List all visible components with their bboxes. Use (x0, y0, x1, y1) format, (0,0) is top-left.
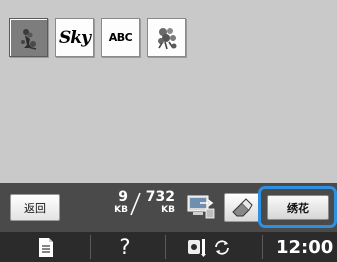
embroider-button-highlight: 绣花 (258, 186, 337, 228)
embroider-button[interactable]: 绣花 (267, 195, 329, 220)
status-divider (262, 235, 263, 259)
slash-divider-icon (130, 192, 141, 216)
status-divider (165, 235, 166, 259)
pattern-thumbnail-1[interactable] (9, 18, 48, 57)
memory-total: 732 KB (143, 189, 175, 215)
status-bar: ? 12:00 (0, 232, 337, 262)
pattern-thumbnail-3[interactable]: ABC (101, 18, 140, 57)
eraser-icon (232, 197, 253, 216)
pattern-thumbnail-2[interactable]: Sky (55, 18, 94, 57)
pattern-list-area: Sky ABC (0, 0, 337, 183)
clock-display: 12:00 (276, 237, 334, 258)
bottom-toolbar: 返回 9 KB 732 KB 绣花 (0, 183, 337, 232)
pattern-thumbnail-row: Sky ABC (9, 18, 186, 57)
memory-used-unit: KB (114, 205, 128, 215)
delete-button[interactable] (224, 193, 260, 222)
help-button[interactable]: ? (110, 234, 140, 260)
memory-used: 9 KB (100, 189, 128, 215)
memory-total-unit: KB (161, 205, 175, 215)
memory-total-value: 732 (145, 189, 175, 205)
usb-transfer-icon (187, 195, 215, 219)
rotate-icon[interactable] (212, 237, 232, 258)
memory-used-value: 9 (118, 189, 128, 205)
floral-embroidery-icon (157, 27, 176, 49)
return-button[interactable]: 返回 (10, 194, 60, 221)
status-divider (90, 235, 91, 259)
pattern-thumbnail-4[interactable] (147, 18, 186, 57)
pattern-text-abc: ABC (108, 31, 133, 44)
flower-embroidery-icon (20, 28, 36, 50)
document-icon[interactable] (37, 237, 55, 258)
pattern-text-sky: Sky (59, 27, 91, 48)
needle-settings-icon[interactable] (186, 237, 210, 258)
